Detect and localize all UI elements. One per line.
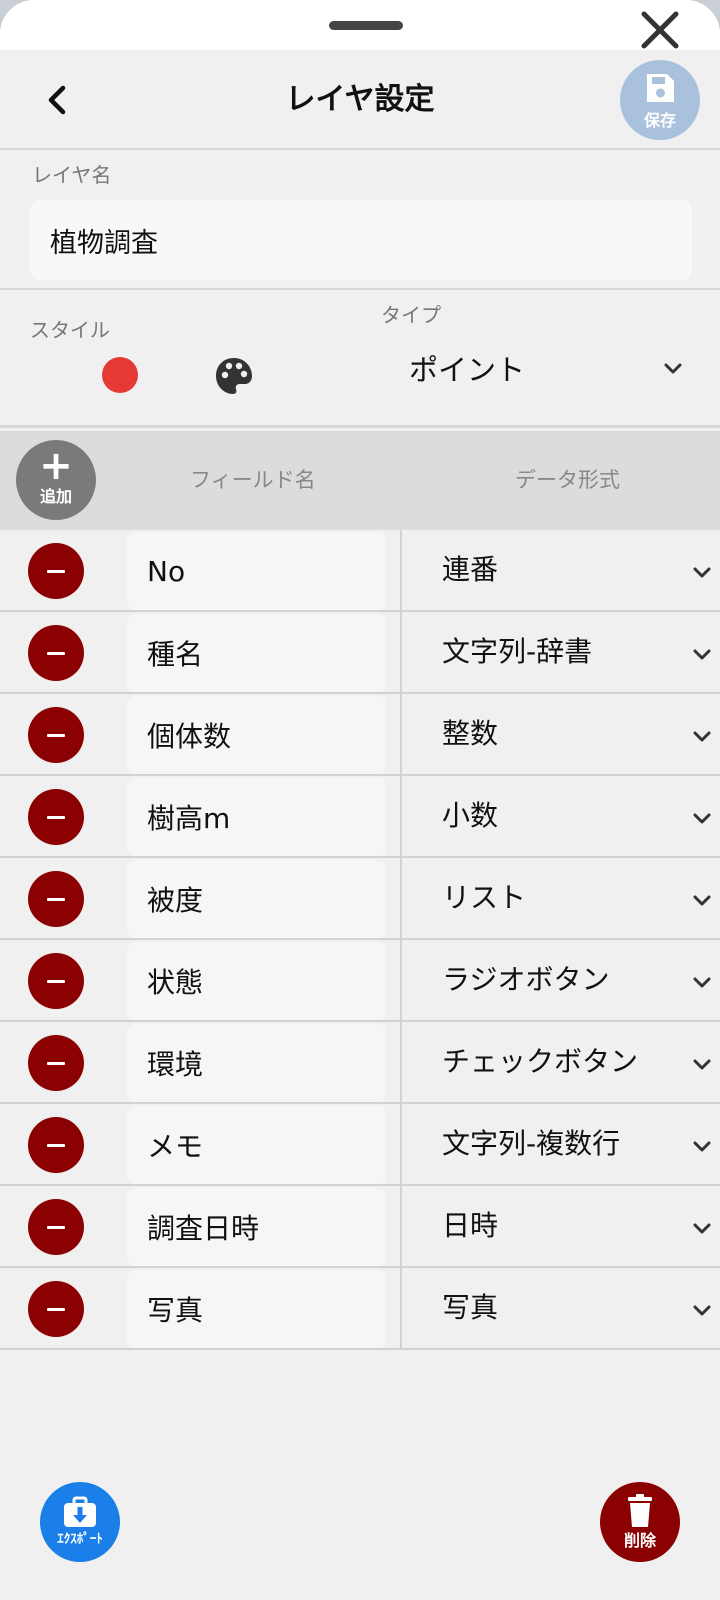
palette-icon <box>216 358 252 394</box>
field-name-input[interactable] <box>127 1188 386 1266</box>
data-type-value: リスト <box>442 881 527 914</box>
type-label: タイプ <box>381 303 441 327</box>
add-field-button[interactable]: + 追加 <box>16 440 96 520</box>
data-type-column-header: データ形式 <box>515 468 620 492</box>
style-color-swatch[interactable] <box>102 357 138 393</box>
remove-field-button[interactable] <box>28 953 84 1009</box>
chevron-down-icon <box>693 977 711 988</box>
export-icon <box>64 1496 96 1527</box>
data-type-value: 日時 <box>442 1209 499 1242</box>
field-name-input[interactable] <box>127 1106 386 1184</box>
data-type-dropdown[interactable]: 小数 <box>402 776 720 856</box>
chevron-down-icon <box>693 895 711 906</box>
delete-button[interactable]: 削除 <box>600 1482 680 1562</box>
save-label: 保存 <box>643 111 676 130</box>
data-type-dropdown[interactable]: リスト <box>402 858 720 938</box>
remove-field-button[interactable] <box>28 1199 84 1255</box>
trash-icon <box>628 1494 652 1527</box>
data-type-dropdown[interactable]: 連番 <box>402 530 720 610</box>
field-name-input[interactable] <box>127 942 386 1020</box>
chevron-down-icon <box>664 363 682 374</box>
style-type-section: スタイル タイプ ポイント <box>0 292 720 428</box>
table-row: 日時 <box>0 1186 720 1268</box>
table-row: 文字列-辞書 <box>0 612 720 694</box>
table-row: 文字列-複数行 <box>0 1104 720 1186</box>
chevron-down-icon <box>693 813 711 824</box>
layer-name-input[interactable] <box>30 200 692 280</box>
data-type-value: 文字列-複数行 <box>442 1127 621 1160</box>
export-label: ｴｸｽﾎﾟｰﾄ <box>57 1532 103 1547</box>
remove-field-button[interactable] <box>28 789 84 845</box>
layer-name-label: レイヤ名 <box>32 163 112 187</box>
sheet-top-bar <box>0 0 720 50</box>
type-value: ポイント <box>409 353 526 387</box>
field-name-input[interactable] <box>127 614 386 692</box>
data-type-dropdown[interactable]: チェックボタン <box>402 1022 720 1102</box>
remove-field-button[interactable] <box>28 1035 84 1091</box>
style-label: スタイル <box>30 318 110 342</box>
data-type-dropdown[interactable]: 整数 <box>402 694 720 774</box>
table-row: リスト <box>0 858 720 940</box>
table-row: ラジオボタン <box>0 940 720 1022</box>
data-type-dropdown[interactable]: 写真 <box>402 1268 720 1348</box>
fields-table: 連番文字列-辞書整数小数リストラジオボタンチェックボタン文字列-複数行日時写真 <box>0 530 720 1350</box>
chevron-down-icon <box>693 1305 711 1316</box>
close-button[interactable] <box>636 6 684 54</box>
chevron-down-icon <box>693 731 711 742</box>
delete-label: 削除 <box>623 1531 656 1550</box>
plus-icon: + <box>39 443 73 489</box>
save-icon <box>647 74 674 102</box>
data-type-value: 整数 <box>442 717 499 750</box>
remove-field-button[interactable] <box>28 543 84 599</box>
chevron-down-icon <box>693 1223 711 1234</box>
layer-name-section: レイヤ名 <box>0 152 720 290</box>
field-name-column-header: フィールド名 <box>190 468 316 492</box>
chevron-down-icon <box>693 1059 711 1070</box>
header: レイヤ設定 保存 <box>0 50 720 150</box>
data-type-dropdown[interactable]: 文字列-複数行 <box>402 1104 720 1184</box>
data-type-dropdown[interactable]: 日時 <box>402 1186 720 1266</box>
chevron-down-icon <box>693 649 711 660</box>
field-name-input[interactable] <box>127 1024 386 1102</box>
type-dropdown[interactable]: ポイント <box>400 342 700 398</box>
layer-settings-sheet: レイヤ設定 保存 レイヤ名 スタイル タイプ ポイント <box>0 0 720 1600</box>
field-name-input[interactable] <box>127 696 386 774</box>
field-name-input[interactable] <box>127 1270 386 1348</box>
data-type-value: 文字列-辞書 <box>442 635 593 668</box>
chevron-down-icon <box>693 1141 711 1152</box>
drag-handle[interactable] <box>329 21 403 30</box>
palette-button[interactable] <box>214 356 254 396</box>
table-row: 小数 <box>0 776 720 858</box>
data-type-value: チェックボタン <box>442 1045 639 1078</box>
save-button[interactable]: 保存 <box>620 60 700 140</box>
field-name-input[interactable] <box>127 532 386 610</box>
data-type-value: 写真 <box>442 1291 499 1324</box>
field-name-input[interactable] <box>127 860 386 938</box>
table-row: 写真 <box>0 1268 720 1350</box>
data-type-value: 小数 <box>442 799 499 832</box>
data-type-value: 連番 <box>442 553 499 586</box>
data-type-dropdown[interactable]: ラジオボタン <box>402 940 720 1020</box>
table-row: 連番 <box>0 530 720 612</box>
page-title: レイヤ設定 <box>285 82 435 117</box>
table-row: 整数 <box>0 694 720 776</box>
export-button[interactable]: ｴｸｽﾎﾟｰﾄ <box>40 1482 120 1562</box>
remove-field-button[interactable] <box>28 1281 84 1337</box>
remove-field-button[interactable] <box>28 1117 84 1173</box>
fields-table-header: + 追加 フィールド名 データ形式 <box>0 431 720 530</box>
data-type-value: ラジオボタン <box>442 963 610 996</box>
chevron-down-icon <box>693 567 711 578</box>
remove-field-button[interactable] <box>28 707 84 763</box>
close-icon <box>641 11 679 49</box>
data-type-dropdown[interactable]: 文字列-辞書 <box>402 612 720 692</box>
add-label: 追加 <box>39 487 72 506</box>
remove-field-button[interactable] <box>28 625 84 681</box>
field-name-input[interactable] <box>127 778 386 856</box>
table-row: チェックボタン <box>0 1022 720 1104</box>
remove-field-button[interactable] <box>28 871 84 927</box>
